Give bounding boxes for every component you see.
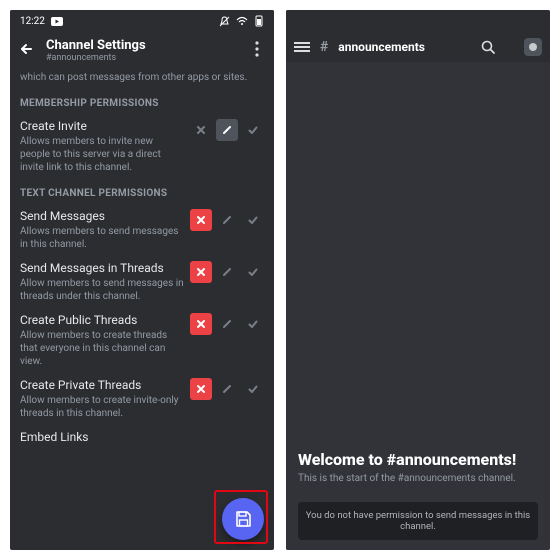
perm-tristate	[190, 209, 264, 231]
allow-button[interactable]	[242, 313, 264, 335]
status-bar: 12:22	[10, 10, 274, 32]
deny-button[interactable]	[190, 261, 212, 283]
section-membership: MEMBERSHIP PERMISSIONS	[20, 98, 264, 109]
perm-create-invite: Create Invite Allows members to invite n…	[20, 119, 264, 174]
perm-title: Create Private Threads	[20, 378, 184, 392]
no-permission-bar: You do not have permission to send messa…	[298, 502, 538, 540]
passthrough-button[interactable]	[216, 313, 238, 335]
perm-desc: Allow members to send messages in thread…	[20, 277, 184, 303]
menu-button[interactable]	[294, 40, 310, 54]
perm-title: Send Messages	[20, 209, 184, 223]
perm-tristate	[190, 378, 264, 400]
perm-desc: Allows members to send messages in this …	[20, 225, 184, 251]
allow-button[interactable]	[242, 119, 264, 141]
search-button[interactable]	[480, 39, 496, 55]
channel-header: # announcements	[286, 32, 550, 62]
members-button[interactable]	[524, 38, 542, 56]
perm-tristate	[190, 119, 264, 141]
perm-send-messages-threads: Send Messages in Threads Allow members t…	[20, 261, 264, 303]
perm-desc: Allows members to invite new people to t…	[20, 135, 184, 174]
deny-button[interactable]	[190, 209, 212, 231]
wifi-icon	[236, 16, 248, 26]
settings-screen: 12:22 Channel Settings #announcements	[10, 10, 274, 550]
allow-button[interactable]	[242, 261, 264, 283]
perm-tristate	[190, 313, 264, 335]
perm-title: Send Messages in Threads	[20, 261, 184, 275]
section-text: TEXT CHANNEL PERMISSIONS	[20, 188, 264, 199]
perm-desc: Allow members to create threads that eve…	[20, 329, 184, 368]
status-bar	[286, 10, 550, 32]
overflow-menu-button[interactable]	[248, 41, 266, 60]
perm-title: Embed Links	[20, 430, 264, 444]
youtube-icon	[51, 17, 63, 26]
perm-tristate	[190, 261, 264, 283]
perm-title: Create Invite	[20, 119, 184, 133]
welcome-subtitle: This is the start of the #announcements …	[298, 473, 538, 484]
perm-title: Create Public Threads	[20, 313, 184, 327]
highlight-frame	[214, 490, 268, 544]
bell-off-icon	[219, 16, 230, 27]
hash-icon: #	[320, 39, 328, 55]
passthrough-button[interactable]	[216, 119, 238, 141]
perm-embed-links: Embed Links	[20, 430, 264, 446]
deny-button[interactable]	[190, 313, 212, 335]
battery-icon	[254, 15, 264, 27]
settings-body[interactable]: which can post messages from other apps …	[10, 69, 274, 550]
passthrough-button[interactable]	[216, 209, 238, 231]
allow-button[interactable]	[242, 378, 264, 400]
header-subtitle: #announcements	[46, 53, 146, 63]
passthrough-button[interactable]	[216, 378, 238, 400]
welcome-title: Welcome to #announcements!	[298, 450, 538, 469]
back-button[interactable]	[18, 41, 36, 60]
perm-create-private-threads: Create Private Threads Allow members to …	[20, 378, 264, 420]
channel-body[interactable]: Welcome to #announcements! This is the s…	[286, 62, 550, 550]
deny-button[interactable]	[190, 119, 212, 141]
channel-screen: # announcements Welcome to #announcement…	[286, 10, 550, 550]
perm-send-messages: Send Messages Allows members to send mes…	[20, 209, 264, 251]
allow-button[interactable]	[242, 209, 264, 231]
status-time: 12:22	[20, 16, 45, 27]
perm-desc: Allow members to create invite-only thre…	[20, 394, 184, 420]
header-title: Channel Settings	[46, 38, 146, 53]
deny-button[interactable]	[190, 378, 212, 400]
intro-text: which can post messages from other apps …	[20, 71, 264, 84]
header: Channel Settings #announcements	[10, 32, 274, 69]
perm-create-public-threads: Create Public Threads Allow members to c…	[20, 313, 264, 368]
channel-name: announcements	[338, 40, 425, 54]
passthrough-button[interactable]	[216, 261, 238, 283]
